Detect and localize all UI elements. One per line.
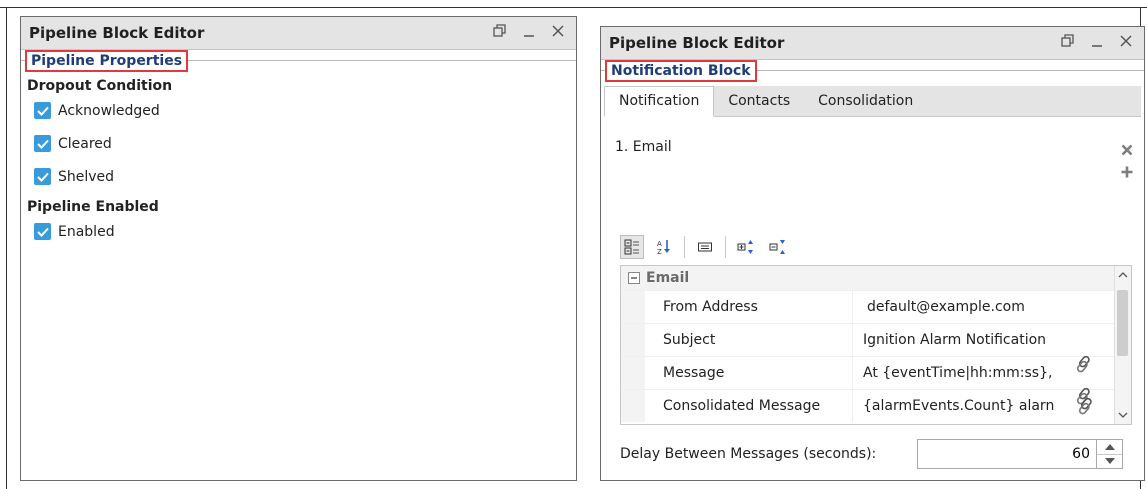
panel-title: Pipeline Block Editor	[29, 24, 205, 42]
panel-titlebar[interactable]: Pipeline Block Editor	[601, 27, 1144, 60]
add-plus-icon[interactable]	[1120, 165, 1134, 179]
property-pages-icon[interactable]	[693, 235, 717, 259]
property-value-from-address[interactable]: default@example.com	[853, 291, 1131, 323]
group-title-dropout-condition: Dropout Condition	[27, 78, 173, 94]
window-controls	[492, 22, 566, 40]
minimize-icon[interactable]	[1089, 32, 1105, 50]
grid-gutter	[621, 390, 645, 422]
section-label-pipeline-properties: Pipeline Properties	[25, 50, 189, 72]
expand-all-icon[interactable]	[734, 235, 758, 259]
svg-text:A: A	[657, 240, 662, 248]
grid-row-subject: Subject Ignition Alarm Notification	[621, 323, 1131, 356]
checkbox-box[interactable]	[34, 102, 51, 119]
delay-spinner	[1097, 439, 1123, 469]
scroll-up-icon[interactable]	[1115, 268, 1131, 282]
section-header: Pipeline Properties	[21, 50, 576, 72]
property-name[interactable]: Subject	[645, 324, 853, 356]
tab-notification[interactable]: Notification	[604, 86, 715, 117]
property-name[interactable]: Consolidated Message	[645, 390, 853, 422]
property-value-subject[interactable]: Ignition Alarm Notification	[853, 324, 1131, 356]
restore-icon[interactable]	[1060, 32, 1076, 50]
collapse-icon[interactable]	[628, 272, 640, 284]
property-grid-scrollbar[interactable]	[1114, 266, 1131, 424]
grid-row-message: Message At {eventTime|hh:mm:ss},	[621, 356, 1131, 389]
checkbox-label[interactable]: Cleared	[58, 136, 112, 152]
grid-gutter	[621, 357, 645, 389]
frame-top-border	[0, 7, 1147, 8]
restore-icon[interactable]	[492, 22, 508, 40]
scroll-down-icon[interactable]	[1115, 408, 1131, 422]
close-icon[interactable]	[550, 22, 566, 40]
spin-down-icon[interactable]	[1097, 453, 1122, 469]
property-grid: Email From Address default@example.com S…	[620, 265, 1132, 425]
categorized-icon[interactable]	[620, 235, 644, 259]
binding-link-icon[interactable]	[1075, 395, 1097, 417]
grid-gutter	[621, 324, 645, 356]
property-grid-toolbar: AZ	[620, 230, 1110, 264]
window-controls	[1060, 32, 1134, 50]
checkbox-label[interactable]: Enabled	[58, 224, 115, 240]
section-header: Notification Block	[601, 60, 1144, 82]
remove-x-icon[interactable]	[1120, 143, 1134, 157]
grid-row-from-address: From Address default@example.com	[621, 290, 1131, 323]
group-title-pipeline-enabled: Pipeline Enabled	[27, 199, 159, 215]
checkbox-cleared[interactable]: Cleared	[34, 127, 576, 160]
grid-gutter	[621, 291, 645, 323]
property-name[interactable]: From Address	[645, 291, 853, 323]
tab-consolidation[interactable]: Consolidation	[804, 86, 927, 116]
checkbox-label[interactable]: Shelved	[58, 169, 114, 185]
delay-label: Delay Between Messages (seconds):	[620, 446, 877, 462]
toolbar-separator	[684, 236, 685, 258]
minimize-icon[interactable]	[521, 22, 537, 40]
toolbar-separator	[725, 236, 726, 258]
grid-category-email[interactable]: Email	[621, 266, 1131, 290]
panel-title: Pipeline Block Editor	[609, 34, 785, 52]
checkbox-box[interactable]	[34, 135, 51, 152]
delay-seconds-input[interactable]	[917, 439, 1097, 469]
grid-category-label: Email	[646, 270, 690, 286]
checkbox-label[interactable]: Acknowledged	[58, 103, 160, 119]
close-icon[interactable]	[1118, 32, 1134, 50]
tab-strip: Notification Contacts Consolidation	[604, 86, 1141, 117]
alphabetical-sort-icon[interactable]: AZ	[652, 235, 676, 259]
checkbox-box[interactable]	[34, 168, 51, 185]
svg-text:Z: Z	[657, 248, 662, 255]
frame-left-border	[6, 7, 7, 489]
section-label-notification-block: Notification Block	[605, 60, 757, 82]
checkbox-shelved[interactable]: Shelved	[34, 160, 576, 193]
checkbox-box[interactable]	[34, 223, 51, 240]
grid-row-consolidated-message: Consolidated Message {alarmEvents.Count}…	[621, 389, 1131, 422]
pipeline-properties-panel: Pipeline Block Editor Pipeline Propertie…	[20, 16, 577, 481]
panel-titlebar[interactable]: Pipeline Block Editor	[21, 17, 576, 50]
scrollbar-thumb[interactable]	[1117, 290, 1128, 356]
notification-profile-list: 1. Email	[601, 117, 1144, 217]
binding-link-icon[interactable]	[1073, 353, 1095, 375]
checkbox-acknowledged[interactable]: Acknowledged	[34, 94, 576, 127]
tab-contacts[interactable]: Contacts	[714, 86, 804, 116]
list-item-email[interactable]: 1. Email	[615, 139, 672, 155]
collapse-all-icon[interactable]	[766, 235, 790, 259]
delay-between-messages-row: Delay Between Messages (seconds):	[620, 437, 1132, 471]
property-name[interactable]: Message	[645, 357, 853, 389]
checkbox-enabled[interactable]: Enabled	[34, 215, 576, 248]
spin-up-icon[interactable]	[1097, 440, 1122, 454]
